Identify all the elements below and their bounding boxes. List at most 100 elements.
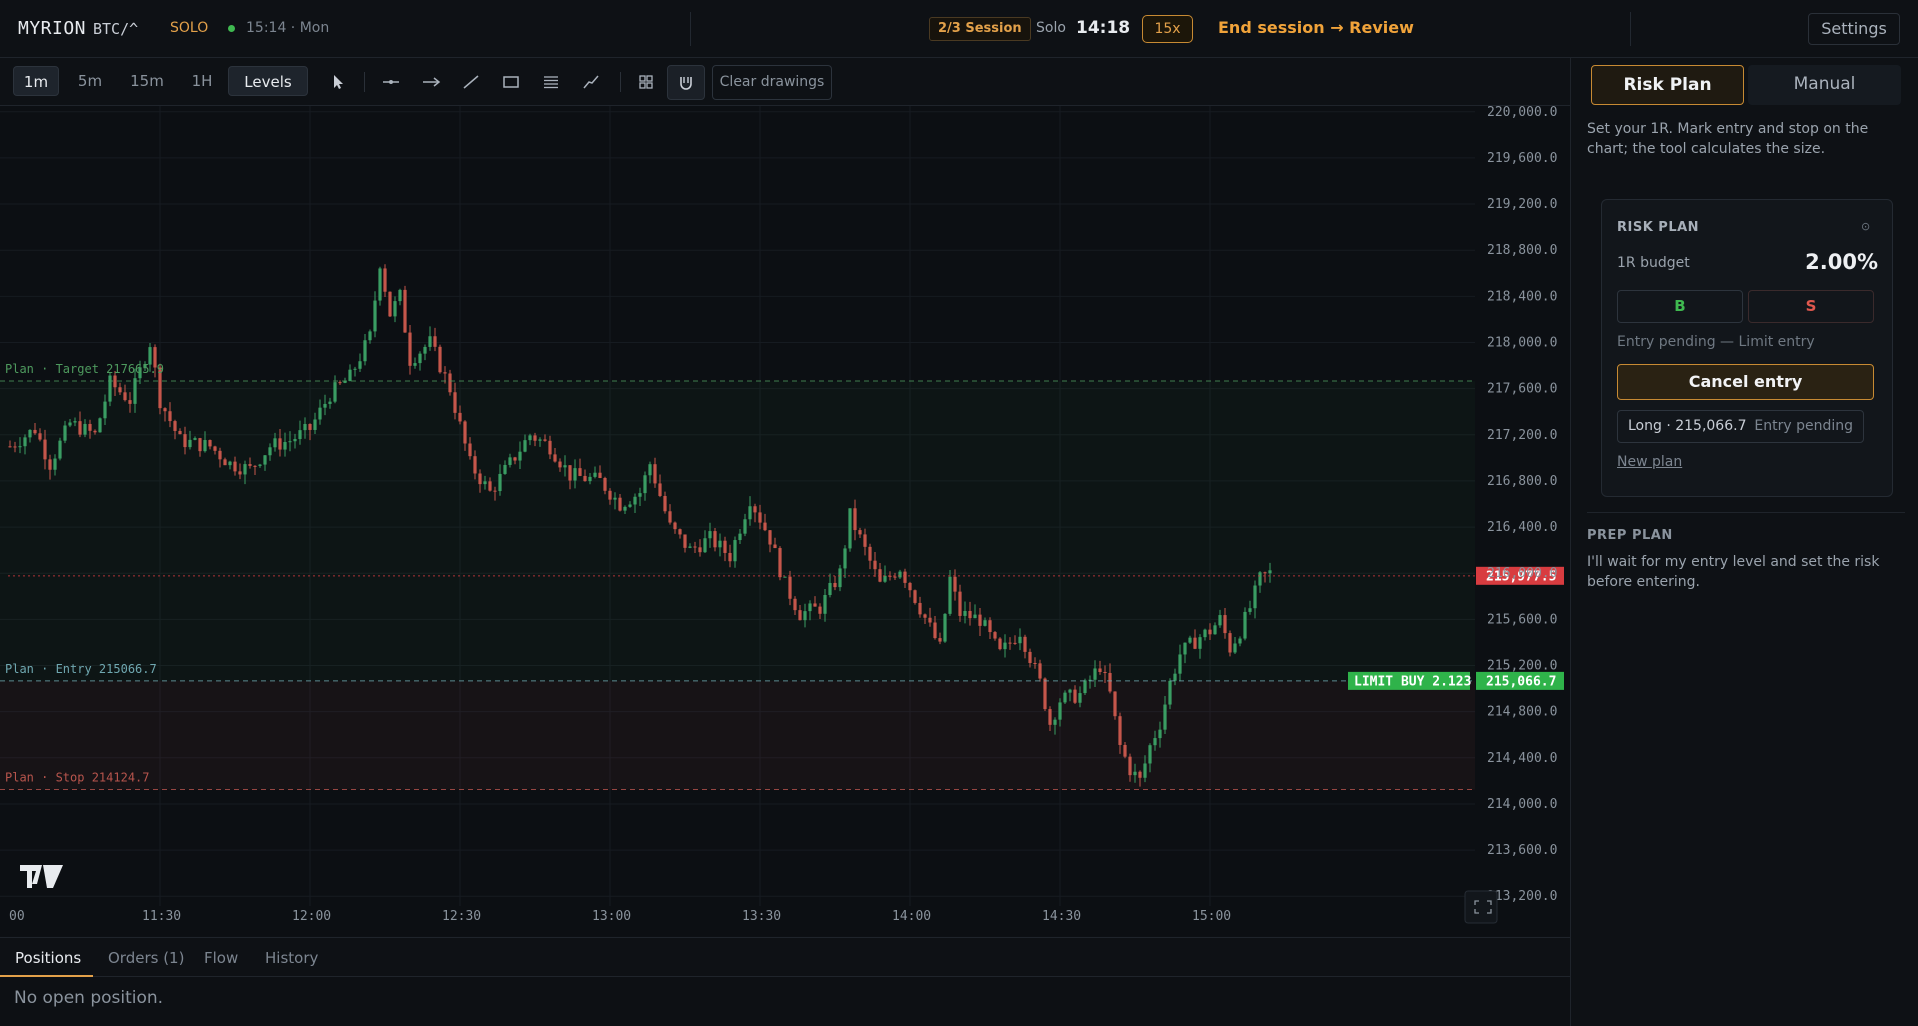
candle-body: [263, 455, 267, 465]
candle-body: [958, 591, 962, 616]
trend-line-icon[interactable]: [459, 70, 483, 94]
tab-risk-plan[interactable]: Risk Plan: [1591, 65, 1744, 105]
clear-drawings-button[interactable]: Clear drawings: [712, 65, 832, 100]
candle-body: [1023, 636, 1027, 652]
price-tick-label: 214,400.0: [1487, 751, 1557, 766]
candle-body: [433, 336, 437, 347]
candle-body: [293, 439, 297, 442]
candle-body: [368, 331, 372, 341]
price-chart[interactable]: Plan · Target 217665.9 Plan · Entry 21506…: [0, 105, 1570, 936]
candle-body: [1073, 689, 1077, 703]
pending-order-pill[interactable]: Long · 215,066.7 Entry pending: [1617, 410, 1864, 443]
price-tick-label: 218,000.0: [1487, 335, 1557, 350]
candle-body: [1178, 654, 1182, 674]
candle-body: [438, 346, 442, 373]
fullscreen-icon[interactable]: [1464, 890, 1498, 924]
price-tick-label: 213,600.0: [1487, 843, 1557, 858]
candle-body: [668, 511, 672, 523]
tab-flow[interactable]: Flow: [204, 949, 238, 967]
candle-body: [208, 440, 212, 447]
candle-body: [253, 465, 257, 467]
candle-body: [973, 614, 977, 619]
cancel-entry-button[interactable]: Cancel entry: [1617, 364, 1874, 400]
candle-body: [913, 590, 917, 603]
risk-card-title: RISK PLAN: [1617, 220, 1700, 235]
sell-button[interactable]: S: [1748, 290, 1874, 323]
candle-body: [423, 346, 427, 354]
candle-body: [768, 530, 772, 545]
candle-body: [648, 464, 652, 476]
candle-body: [378, 268, 382, 301]
candle-body: [38, 433, 42, 440]
time-tick-label: 15:00: [1192, 909, 1231, 924]
speed-button[interactable]: 15x: [1142, 15, 1193, 43]
candle-body: [1058, 702, 1062, 720]
candle-body: [653, 464, 657, 484]
candle-body: [128, 400, 132, 404]
magnet-icon[interactable]: [667, 65, 705, 100]
price-tick-label: 216,400.0: [1487, 520, 1557, 535]
levels-button[interactable]: Levels: [228, 66, 308, 96]
fib-levels-icon[interactable]: [539, 70, 563, 94]
budget-value[interactable]: 2.00%: [1805, 250, 1878, 274]
chart-canvas[interactable]: Plan · Target 217665.9 Plan · Entry 21506…: [0, 105, 1570, 936]
candle-body: [968, 610, 972, 619]
candle-body: [983, 620, 987, 626]
candle-body: [1208, 629, 1212, 635]
arrow-line-icon[interactable]: [419, 70, 443, 94]
candle-body: [1128, 756, 1132, 776]
candle-body: [873, 560, 877, 570]
candle-body: [348, 369, 352, 381]
tab-positions[interactable]: Positions: [15, 949, 81, 967]
candle-body: [1098, 668, 1102, 672]
candle-body: [48, 459, 52, 470]
candle-body: [133, 378, 137, 404]
symbol-label[interactable]: BTC/^: [93, 20, 138, 38]
new-plan-link[interactable]: New plan: [1617, 454, 1682, 470]
tab-orders[interactable]: Orders (1): [108, 949, 184, 967]
candle-body: [88, 423, 92, 431]
candle-body: [318, 407, 322, 420]
candle-body: [778, 548, 782, 578]
timeframe-5m[interactable]: 5m: [70, 66, 110, 96]
rectangle-icon[interactable]: [499, 70, 523, 94]
candle-body: [1068, 689, 1072, 693]
candle-body: [58, 440, 62, 459]
candle-body: [898, 571, 902, 578]
candle-body: [478, 473, 482, 485]
candle-body: [33, 429, 37, 434]
cursor-icon[interactable]: [326, 70, 350, 94]
candle-body: [68, 422, 72, 426]
candle-body: [1013, 642, 1017, 644]
end-session-button[interactable]: End session → Review: [1218, 18, 1414, 37]
candle-body: [573, 468, 577, 481]
timeframe-1m[interactable]: 1m: [13, 66, 59, 96]
candle-body: [1043, 678, 1047, 710]
candle-body: [658, 483, 662, 496]
buy-button[interactable]: B: [1617, 290, 1743, 323]
candle-body: [1108, 672, 1112, 692]
sidebar: Risk Plan Manual Set your 1R. Mark entry…: [1570, 58, 1918, 1026]
candle-body: [683, 534, 687, 548]
time-tick-label: 14:30: [1042, 909, 1081, 924]
candle-body: [508, 457, 512, 465]
candle-body: [118, 387, 122, 393]
candle-body: [943, 613, 947, 642]
candle-body: [1063, 692, 1067, 703]
horizontal-ray-icon[interactable]: [379, 70, 403, 94]
target-label: Plan · Target 217665.9: [5, 362, 164, 376]
tab-manual[interactable]: Manual: [1748, 65, 1901, 105]
settings-button[interactable]: Settings: [1808, 13, 1900, 45]
candle-body: [243, 464, 247, 475]
candle-body: [168, 411, 172, 422]
timeframe-15m[interactable]: 15m: [124, 66, 170, 96]
candle-body: [1133, 771, 1137, 776]
layout-grid-icon[interactable]: [634, 70, 658, 94]
candle-body: [583, 475, 587, 482]
candle-body: [718, 540, 722, 548]
timeframe-1h[interactable]: 1H: [184, 66, 220, 96]
info-icon[interactable]: ⊙: [1861, 220, 1870, 233]
candle-body: [483, 481, 487, 485]
tab-history[interactable]: History: [265, 949, 318, 967]
path-icon[interactable]: [579, 70, 603, 94]
